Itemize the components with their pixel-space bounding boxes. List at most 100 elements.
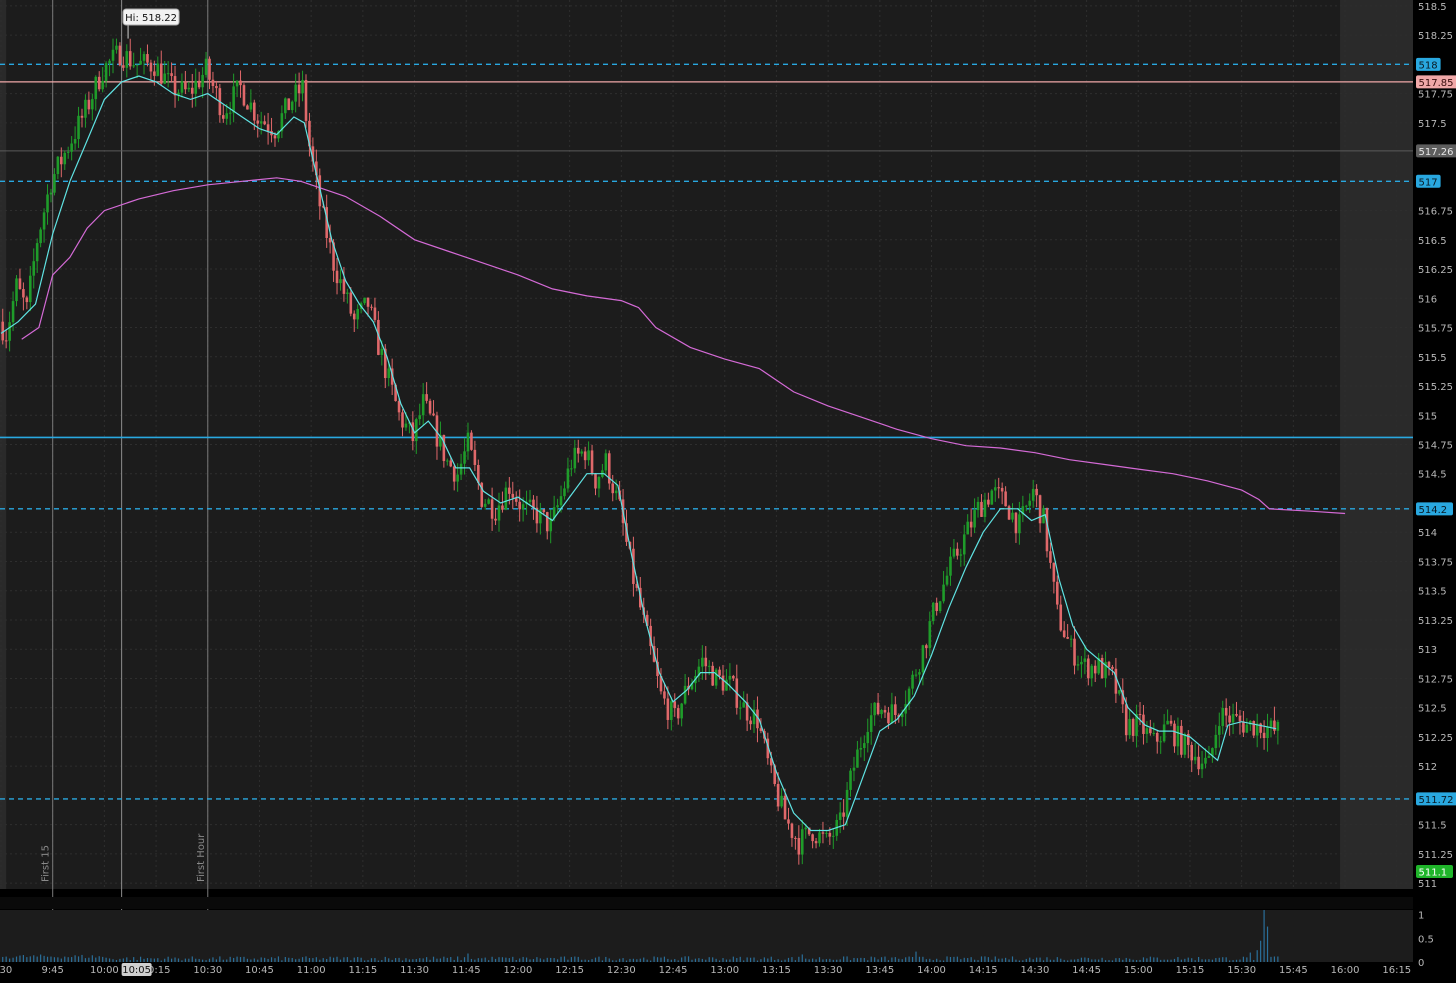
candle-body[interactable] <box>449 460 453 467</box>
candle-body[interactable] <box>828 832 832 837</box>
candle-body[interactable] <box>790 823 794 838</box>
candle-body[interactable] <box>111 49 115 61</box>
candle-body[interactable] <box>125 51 129 68</box>
candle-body[interactable] <box>197 80 201 88</box>
candle-body[interactable] <box>673 701 677 709</box>
candle-body[interactable] <box>783 795 787 820</box>
candle-body[interactable] <box>990 490 994 505</box>
candle-body[interactable] <box>959 554 963 556</box>
candle-body[interactable] <box>128 51 132 67</box>
candle-body[interactable] <box>570 468 573 470</box>
candle-body[interactable] <box>29 275 32 303</box>
candle-body[interactable] <box>208 58 211 80</box>
candle-body[interactable] <box>1242 721 1245 733</box>
candle-body[interactable] <box>859 748 863 750</box>
candle-body[interactable] <box>969 521 973 528</box>
candle-body[interactable] <box>738 707 742 709</box>
candle-body[interactable] <box>707 665 711 667</box>
candle-body[interactable] <box>352 313 356 320</box>
candle-body[interactable] <box>108 60 111 64</box>
candle-body[interactable] <box>559 496 563 506</box>
candle-body[interactable] <box>159 63 163 84</box>
candle-body[interactable] <box>821 832 825 834</box>
candle-body[interactable] <box>1149 728 1152 734</box>
candle-body[interactable] <box>452 466 456 482</box>
candle-body[interactable] <box>670 701 673 720</box>
candle-body[interactable] <box>887 712 890 724</box>
candle-body[interactable] <box>894 704 897 716</box>
candle-body[interactable] <box>49 192 53 195</box>
candle-body[interactable] <box>956 548 959 556</box>
candle-body[interactable] <box>787 819 790 824</box>
candle-body[interactable] <box>1221 707 1225 727</box>
candle-body[interactable] <box>873 702 876 716</box>
candle-body[interactable] <box>122 65 125 68</box>
candle-body[interactable] <box>401 412 404 428</box>
candle-body[interactable] <box>576 447 580 454</box>
candle-body[interactable] <box>60 156 63 165</box>
candle-body[interactable] <box>1066 637 1069 639</box>
candle-body[interactable] <box>863 743 866 749</box>
candle-body[interactable] <box>683 685 687 704</box>
candle-body[interactable] <box>728 675 732 680</box>
candle-body[interactable] <box>1266 727 1269 739</box>
candle-body[interactable] <box>235 80 239 87</box>
candle-body[interactable] <box>962 534 966 555</box>
candle-body[interactable] <box>1235 714 1238 716</box>
candle-body[interactable] <box>1155 732 1159 742</box>
candle-body[interactable] <box>8 322 11 341</box>
candle-body[interactable] <box>573 447 577 469</box>
candle-body[interactable] <box>246 105 249 110</box>
candle-body[interactable] <box>925 645 928 649</box>
candle-body[interactable] <box>780 795 783 807</box>
candle-body[interactable] <box>521 504 525 510</box>
candle-body[interactable] <box>583 451 587 461</box>
candle-body[interactable] <box>304 79 308 121</box>
candle-body[interactable] <box>297 84 301 94</box>
candle-body[interactable] <box>1111 666 1114 669</box>
candle-body[interactable] <box>721 675 725 691</box>
candle-body[interactable] <box>1028 500 1032 506</box>
candle-body[interactable] <box>1262 732 1266 739</box>
candle-body[interactable] <box>287 98 291 111</box>
candle-body[interactable] <box>501 505 504 510</box>
candle-body[interactable] <box>931 602 935 622</box>
candle-body[interactable] <box>1052 562 1056 582</box>
candle-body[interactable] <box>463 451 466 464</box>
candle-body[interactable] <box>380 348 384 355</box>
candle-body[interactable] <box>228 112 232 114</box>
candle-body[interactable] <box>1011 512 1014 520</box>
candle-body[interactable] <box>1090 665 1094 679</box>
candle-body[interactable] <box>18 278 22 290</box>
candle-body[interactable] <box>428 400 432 414</box>
candle-body[interactable] <box>201 74 204 88</box>
pane-divider[interactable] <box>0 897 1413 909</box>
candle-body[interactable] <box>794 837 797 839</box>
candle-body[interactable] <box>563 488 566 497</box>
candle-body[interactable] <box>97 76 101 90</box>
candle-body[interactable] <box>1073 638 1076 666</box>
candle-body[interactable] <box>1035 488 1038 496</box>
price-chart[interactable]: First 15 First Hour Hi: 518.22 518.5 518.2… <box>0 0 1456 979</box>
candle-body[interactable] <box>70 143 73 152</box>
candle-body[interactable] <box>869 715 873 732</box>
candle-body[interactable] <box>211 79 215 87</box>
candle-body[interactable] <box>831 835 835 837</box>
candle-body[interactable] <box>1114 668 1118 694</box>
candle-body[interactable] <box>115 45 118 50</box>
candle-body[interactable] <box>983 499 987 517</box>
candle-body[interactable] <box>1176 725 1180 747</box>
candle-body[interactable] <box>84 99 87 118</box>
candle-body[interactable] <box>914 674 918 676</box>
candle-body[interactable] <box>504 487 508 510</box>
candle-body[interactable] <box>342 279 346 294</box>
candle-body[interactable] <box>249 102 253 110</box>
candle-body[interactable] <box>1056 581 1059 605</box>
candle-body[interactable] <box>704 657 708 667</box>
candle-body[interactable] <box>993 487 997 491</box>
candle-body[interactable] <box>880 709 883 715</box>
candle-body[interactable] <box>714 669 718 686</box>
candle-body[interactable] <box>518 501 521 510</box>
candle-body[interactable] <box>442 434 446 462</box>
candle-body[interactable] <box>173 76 177 96</box>
